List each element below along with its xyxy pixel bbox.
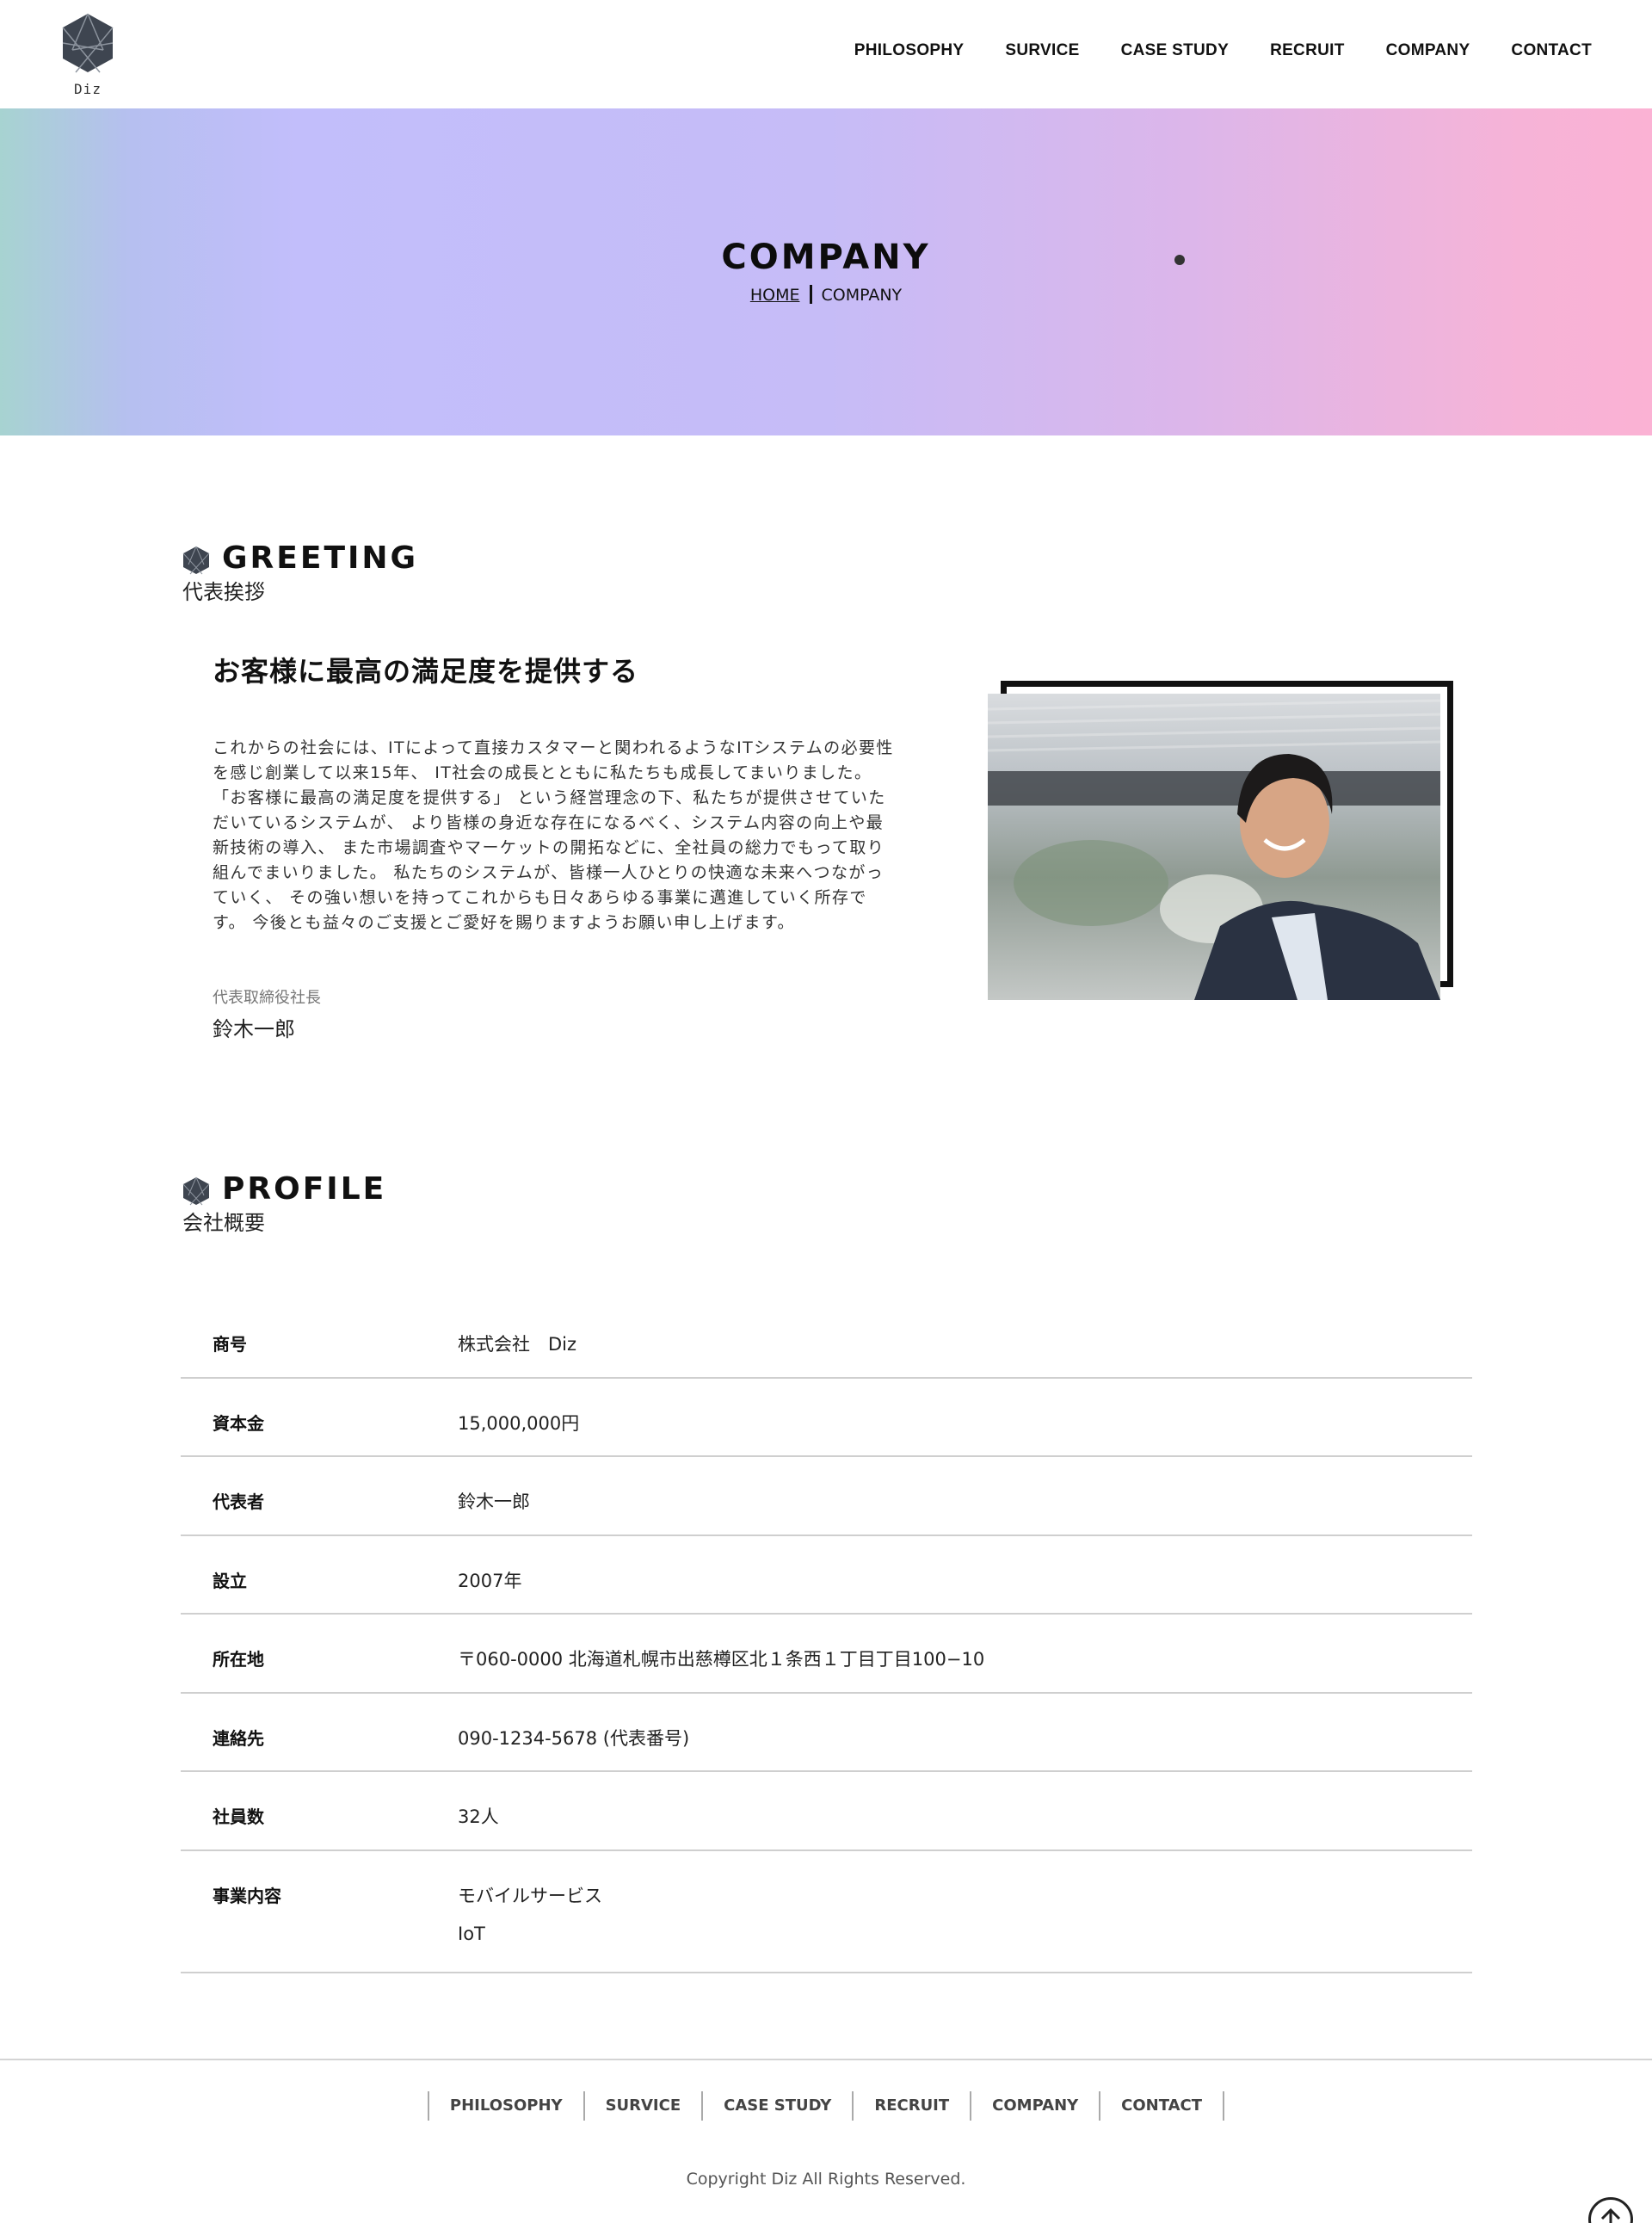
table-row: 社員数 32人 — [181, 1772, 1472, 1851]
row-value: 2007年 — [458, 1570, 522, 1591]
row-value: 090-1234-5678 (代表番号) — [458, 1727, 690, 1749]
footer-nav: PHILOSOPHY SURVICE CASE STUDY RECRUIT CO… — [0, 2091, 1652, 2121]
logo-link[interactable]: Diz — [60, 12, 115, 98]
row-label: 資本金 — [213, 1412, 264, 1434]
table-row: 資本金 15,000,000円 — [181, 1379, 1472, 1457]
table-row: 所在地 〒060-0000 北海道札幌市出慈樽区北１条西１丁目丁目100−10 — [181, 1615, 1472, 1694]
greeting-body-line: これからの社会には、ITによって直接カスタマーと関われるようなITシステムの必要… — [213, 738, 894, 757]
greeting-body: これからの社会には、ITによって直接カスタマーと関われるようなITシステムの必要… — [213, 736, 927, 936]
ceo-title: 代表取締役社長 — [213, 989, 321, 1007]
greeting-body-line: ていく、 その強い想いを持ってこれからも日々あらゆる事業に邁進していく所存で — [213, 888, 867, 907]
row-label: 事業内容 — [213, 1885, 281, 1906]
row-value: モバイルサービス IoT — [458, 1882, 602, 1965]
greeting-heading-jp: 代表挨拶 — [182, 580, 265, 604]
hexagon-icon — [182, 1176, 210, 1206]
hero-banner: COMPANY HOME COMPANY — [0, 108, 1652, 435]
greeting-body-line: す。 今後とも益々のご支援とご愛好を賜りますようお願い申し上げます。 — [213, 913, 795, 932]
greeting-body-line: 「お客様に最高の満足度を提供する」 という経営理念の下、私たちが提供させていた — [213, 788, 886, 807]
profile-heading-jp: 会社概要 — [182, 1211, 265, 1235]
logo-text: Diz — [74, 81, 102, 97]
greeting-body-line: 組んでまいりました。 私たちのシステムが、皆様一人ひとりの快適な未来へつながっ — [213, 863, 885, 882]
site-header: Diz PHILOSOPHY SURVICE CASE STUDY RECRUI… — [0, 0, 1652, 108]
nav-recruit[interactable]: RECRUIT — [1270, 41, 1345, 60]
nav-company[interactable]: COMPANY — [1386, 41, 1470, 60]
breadcrumb-home-link[interactable]: HOME — [750, 286, 800, 305]
greeting-body-line: を感じ創業して以来15年、 IT社会の成長とともに私たちも成長してまいりました。 — [213, 763, 872, 782]
row-label: 社員数 — [213, 1806, 264, 1827]
decorative-dot — [1174, 255, 1185, 265]
nav-contact[interactable]: CONTACT — [1511, 41, 1592, 60]
profile-table: 商号 株式会社 Diz 資本金 15,000,000円 代表者 鈴木一郎 設立 … — [181, 1300, 1472, 1973]
greeting-body-line: だいているシステムが、 より皆様の身近な存在になるべく、システム内容の向上や最 — [213, 813, 885, 832]
ceo-photo — [988, 694, 1440, 1000]
row-label: 代表者 — [213, 1491, 264, 1512]
greeting-heading-en: GREETING — [222, 540, 419, 576]
footer-nav-recruit[interactable]: RECRUIT — [852, 2091, 970, 2121]
greeting-title: お客様に最高の満足度を提供する — [213, 655, 639, 688]
main-nav: PHILOSOPHY SURVICE CASE STUDY RECRUIT CO… — [813, 41, 1592, 60]
row-label: 商号 — [213, 1334, 247, 1355]
footer-nav-company[interactable]: COMPANY — [970, 2091, 1099, 2121]
row-label: 連絡先 — [213, 1727, 264, 1749]
row-label: 設立 — [213, 1570, 247, 1591]
footer-nav-philosophy[interactable]: PHILOSOPHY — [427, 2091, 583, 2121]
row-value: 32人 — [458, 1806, 499, 1827]
footer-nav-case-study[interactable]: CASE STUDY — [701, 2091, 852, 2121]
nav-philosophy[interactable]: PHILOSOPHY — [854, 41, 965, 60]
hexagon-icon — [182, 546, 210, 575]
breadcrumb-current: COMPANY — [821, 286, 903, 305]
profile-heading-en: PROFILE — [222, 1171, 387, 1207]
back-to-top-button[interactable] — [1588, 2197, 1633, 2223]
business-item: IoT — [458, 1923, 485, 1944]
page-title: COMPANY — [721, 238, 931, 277]
nav-case-study[interactable]: CASE STUDY — [1121, 41, 1229, 60]
table-row: 事業内容 モバイルサービス IoT — [181, 1851, 1472, 1973]
arrow-up-circle-icon — [1600, 2208, 1621, 2223]
greeting-body-line: 新技術の導入、 また市場調査やマーケットの開拓などに、全社員の総力でもって取り — [213, 838, 885, 857]
row-value: 鈴木一郎 — [458, 1491, 530, 1512]
row-value: 〒060-0000 北海道札幌市出慈樽区北１条西１丁目丁目100−10 — [458, 1649, 985, 1670]
footer-divider — [0, 2059, 1652, 2060]
hexagon-logo-icon — [62, 13, 114, 73]
row-value: 株式会社 Diz — [458, 1334, 577, 1355]
nav-survice[interactable]: SURVICE — [1005, 41, 1079, 60]
breadcrumb: HOME COMPANY — [0, 285, 1652, 305]
row-label: 所在地 — [213, 1649, 264, 1670]
ceo-name: 鈴木一郎 — [213, 1017, 295, 1041]
table-row: 連絡先 090-1234-5678 (代表番号) — [181, 1694, 1472, 1772]
row-value: 15,000,000円 — [458, 1412, 580, 1434]
footer-nav-contact[interactable]: CONTACT — [1099, 2091, 1225, 2121]
table-row: 代表者 鈴木一郎 — [181, 1457, 1472, 1536]
business-item: モバイルサービス — [458, 1885, 602, 1906]
copyright: Copyright Diz All Rights Reserved. — [686, 2170, 966, 2189]
table-row: 設立 2007年 — [181, 1536, 1472, 1615]
footer-nav-survice[interactable]: SURVICE — [583, 2091, 702, 2121]
table-row: 商号 株式会社 Diz — [181, 1300, 1472, 1379]
breadcrumb-separator — [810, 285, 813, 304]
